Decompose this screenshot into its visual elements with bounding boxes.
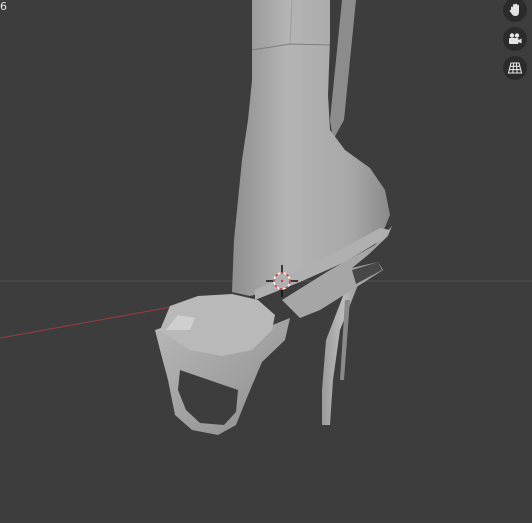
perspective-toggle-button[interactable] bbox=[503, 56, 527, 80]
viewport-scene bbox=[0, 0, 532, 435]
camera-icon bbox=[509, 33, 522, 44]
back-rod bbox=[330, 0, 356, 140]
camera-view-button[interactable] bbox=[503, 27, 527, 51]
grid-icon bbox=[507, 62, 523, 74]
3d-cursor-icon[interactable] bbox=[266, 265, 298, 297]
viewport-corner-label: 6 bbox=[0, 0, 7, 13]
hand-icon bbox=[509, 3, 519, 16]
3d-viewport[interactable]: 6 bbox=[0, 0, 532, 523]
